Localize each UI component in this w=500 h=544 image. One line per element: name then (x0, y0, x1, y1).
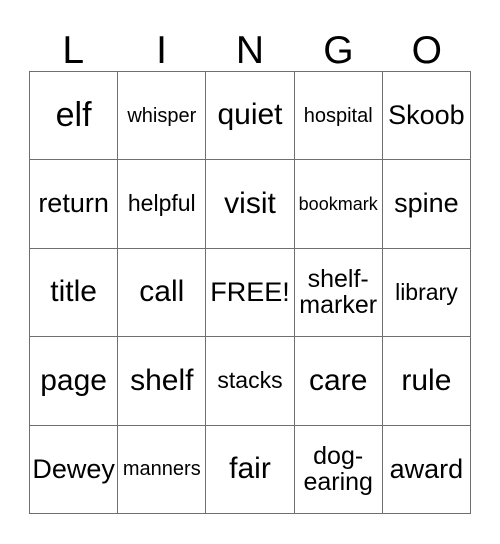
bingo-cell-label: care (309, 363, 368, 397)
bingo-cell-label: whisper (127, 104, 197, 127)
bingo-cell-label: visit (224, 186, 276, 220)
header-letter-2: N (235, 29, 265, 72)
bingo-cell-label: page (40, 363, 107, 397)
bingo-cell[interactable]: helpful (118, 160, 207, 249)
bingo-cell-label: library (395, 278, 458, 305)
bingo-cell-label: call (139, 275, 185, 309)
bingo-cell-label: bookmark (298, 193, 378, 214)
bingo-cell[interactable]: care (294, 337, 383, 426)
bingo-cell[interactable]: call (118, 248, 207, 338)
bingo-cell[interactable]: whisper (118, 72, 207, 161)
bingo-cell-label: Skoob (388, 99, 465, 130)
bingo-header-row: L I N G O (29, 14, 471, 71)
bingo-cell-label: FREE! (210, 276, 290, 307)
bingo-cell-label: elf (55, 96, 92, 135)
header-letter-0: L (62, 29, 85, 72)
bingo-cell-label: shelf- marker (299, 265, 378, 320)
bingo-cell[interactable]: Skoob (382, 72, 471, 161)
bingo-cell[interactable]: manners (118, 425, 207, 514)
bingo-cell[interactable]: spine (382, 160, 471, 249)
bingo-cell[interactable]: visit (206, 160, 295, 249)
bingo-cell-label: Dewey (32, 453, 115, 484)
bingo-cell-label: title (50, 275, 97, 309)
bingo-card: L I N G O elf whisper quiet hospital Sko… (29, 14, 471, 514)
bingo-cell[interactable]: bookmark (294, 160, 383, 249)
bingo-cell-label: helpful (127, 190, 196, 217)
bingo-cell[interactable]: return (30, 160, 119, 249)
bingo-cell-label: hospital (303, 104, 373, 127)
bingo-cell-label: shelf (130, 363, 194, 397)
bingo-cell-free[interactable]: FREE! (206, 248, 295, 338)
bingo-cell[interactable]: title (30, 248, 119, 338)
bingo-cell[interactable]: hospital (294, 72, 383, 161)
bingo-cell-label: award (389, 453, 464, 484)
bingo-cell-label: rule (401, 363, 452, 397)
bingo-cell[interactable]: fair (206, 425, 295, 514)
bingo-cell[interactable]: Dewey (30, 425, 119, 514)
bingo-cell[interactable]: dog- earing (294, 425, 383, 514)
bingo-cell[interactable]: elf (30, 72, 119, 161)
bingo-cell-label: return (38, 188, 109, 219)
bingo-cell[interactable]: stacks (206, 337, 295, 426)
bingo-cell-label: dog- earing (303, 442, 373, 497)
header-letter-1: I (156, 29, 167, 72)
bingo-cell-label: manners (122, 458, 201, 481)
bingo-cell[interactable]: quiet (206, 72, 295, 161)
header-letter-4: O (411, 29, 442, 72)
bingo-cell-label: spine (394, 188, 459, 219)
bingo-cell[interactable]: award (382, 425, 471, 514)
bingo-cell[interactable]: rule (382, 337, 471, 426)
bingo-cell[interactable]: library (382, 248, 471, 338)
bingo-cell[interactable]: shelf (118, 337, 207, 426)
bingo-cell[interactable]: shelf- marker (294, 248, 383, 338)
header-letter-3: G (323, 29, 354, 72)
bingo-cell-label: stacks (217, 367, 283, 394)
bingo-cell-label: quiet (217, 98, 283, 132)
bingo-grid: elf whisper quiet hospital Skoob return … (29, 71, 471, 514)
bingo-cell-label: fair (229, 452, 271, 485)
bingo-cell[interactable]: page (30, 337, 119, 426)
